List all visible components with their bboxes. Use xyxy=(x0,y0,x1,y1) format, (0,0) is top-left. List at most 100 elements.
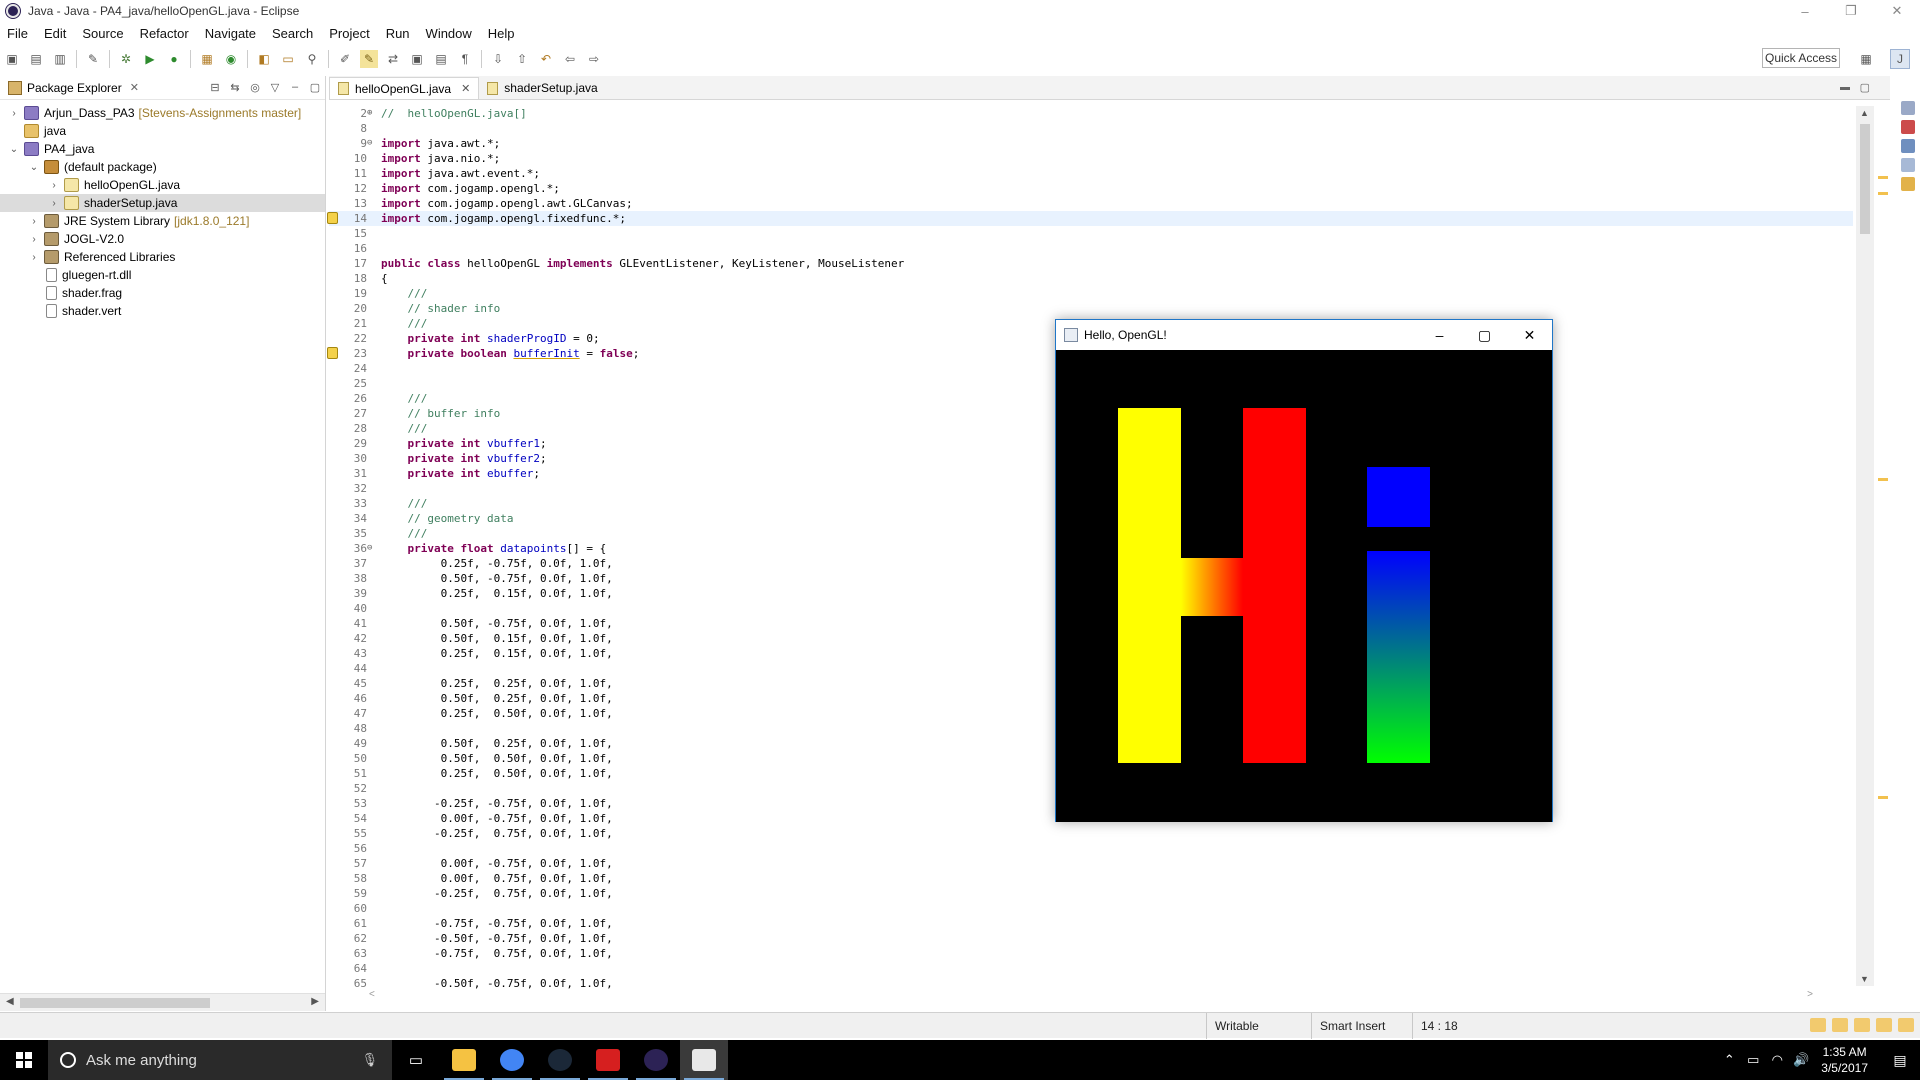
taskbar-app-java[interactable] xyxy=(680,1040,728,1080)
collapse-all-icon[interactable]: ⊟ xyxy=(205,81,225,94)
code-line[interactable]: 11 import java.awt.event.*; xyxy=(329,166,1853,181)
action-center-icon[interactable]: ▤ xyxy=(1880,1040,1920,1080)
java-perspective-icon[interactable]: J xyxy=(1890,49,1910,69)
scroll-right-icon[interactable]: ▶ xyxy=(311,996,319,1007)
settings-icon[interactable] xyxy=(1898,1018,1914,1032)
tree-item[interactable]: › JOGL-V2.0 xyxy=(0,230,325,248)
menu-source[interactable]: Source xyxy=(74,26,131,41)
opengl-window-titlebar[interactable]: Hello, OpenGL! – ▢ ✕ xyxy=(1056,320,1552,350)
forward-icon[interactable]: ⇨ xyxy=(585,50,603,68)
fold-toggle-icon[interactable]: ⊖ xyxy=(367,136,375,151)
fold-toggle-icon[interactable]: ⊕ xyxy=(367,106,375,121)
block-selection-icon[interactable]: ▣ xyxy=(408,50,426,68)
toggle-mark-occurrences-icon[interactable]: ✎ xyxy=(360,50,378,68)
open-type-icon[interactable]: ◧ xyxy=(255,50,273,68)
menu-refactor[interactable]: Refactor xyxy=(132,26,197,41)
progress-icon[interactable] xyxy=(1810,1018,1826,1032)
code-line[interactable]: 57 0.00f, -0.75f, 0.0f, 1.0f, xyxy=(329,856,1853,871)
chevron-down-icon[interactable]: ⌄ xyxy=(8,143,20,155)
editor-tab[interactable]: helloOpenGL.java ✕ xyxy=(329,77,480,99)
taskbar-app-steam[interactable] xyxy=(536,1040,584,1080)
toggle-annotation-icon[interactable]: ✐ xyxy=(336,50,354,68)
save-icon[interactable]: ▤ xyxy=(27,50,45,68)
menu-file[interactable]: File xyxy=(0,26,36,41)
open-folder-icon[interactable]: ▭ xyxy=(279,50,297,68)
start-button[interactable] xyxy=(0,1040,48,1080)
declaration-icon[interactable] xyxy=(1901,158,1915,172)
chevron-right-icon[interactable]: › xyxy=(28,215,40,227)
back-icon[interactable]: ⇦ xyxy=(561,50,579,68)
debug-icon[interactable]: ✲ xyxy=(117,50,135,68)
chevron-right-icon[interactable]: › xyxy=(28,233,40,245)
close-icon[interactable]: ✕ xyxy=(130,81,139,94)
tree-item[interactable]: ⌄ (default package) xyxy=(0,158,325,176)
edit-icon[interactable] xyxy=(1876,1018,1892,1032)
warning-marker-icon[interactable] xyxy=(327,212,338,224)
code-line[interactable]: 56 xyxy=(329,841,1853,856)
close-icon[interactable]: ✕ xyxy=(461,82,470,95)
code-line[interactable]: 55 -0.25f, 0.75f, 0.0f, 1.0f, xyxy=(329,826,1853,841)
restore-icon[interactable] xyxy=(1901,101,1915,115)
ruler-marker[interactable] xyxy=(1878,176,1888,179)
package-explorer-tab[interactable]: Package Explorer ✕ xyxy=(0,76,145,100)
volume-icon[interactable]: 🔊 xyxy=(1789,1052,1813,1068)
problems-icon[interactable] xyxy=(1901,120,1915,134)
git-icon[interactable] xyxy=(1854,1018,1870,1032)
previous-annotation-icon[interactable]: ⇧ xyxy=(513,50,531,68)
menu-search[interactable]: Search xyxy=(264,26,321,41)
ruler-marker[interactable] xyxy=(1878,796,1888,799)
code-line[interactable]: 2 ⊕ // helloOpenGL.java[] xyxy=(329,106,1853,121)
code-line[interactable]: 59 -0.25f, 0.75f, 0.0f, 1.0f, xyxy=(329,886,1853,901)
link-with-editor-icon[interactable]: ⇆ xyxy=(225,81,245,94)
wifi-icon[interactable]: ◠ xyxy=(1765,1052,1789,1068)
chevron-right-icon[interactable]: › xyxy=(8,107,20,119)
tree-item[interactable]: shader.frag xyxy=(0,284,325,302)
microphone-icon[interactable]: 🎙 xyxy=(361,1052,378,1068)
tree-item[interactable]: › Arjun_Dass_PA3 [Stevens-Assignments mast… xyxy=(0,104,325,122)
maximize-icon[interactable]: ▢ xyxy=(1462,320,1507,350)
cortana-search-box[interactable]: Ask me anything 🎙 xyxy=(48,1040,392,1080)
code-line[interactable]: 10 import java.nio.*; xyxy=(329,151,1853,166)
menu-help[interactable]: Help xyxy=(480,26,523,41)
ruler-marker[interactable] xyxy=(1878,192,1888,195)
taskbar-app-acrobat[interactable] xyxy=(584,1040,632,1080)
run-icon[interactable]: ▶ xyxy=(141,50,159,68)
chevron-down-icon[interactable]: ⌄ xyxy=(28,161,40,173)
code-line[interactable]: 17 public class helloOpenGL implements GL… xyxy=(329,256,1853,271)
restore-icon[interactable]: ❐ xyxy=(1828,0,1874,22)
tree-item[interactable]: ⌄ PA4_java xyxy=(0,140,325,158)
maximize-icon[interactable]: ▢ xyxy=(1860,81,1870,94)
word-wrap-icon[interactable]: ▤ xyxy=(432,50,450,68)
overview-ruler[interactable] xyxy=(1876,106,1890,986)
tasks-icon[interactable] xyxy=(1832,1018,1848,1032)
code-line[interactable]: 20 // shader info xyxy=(329,301,1853,316)
editor-tab[interactable]: shaderSetup.java xyxy=(479,77,606,99)
new-icon[interactable]: ▣ xyxy=(3,50,21,68)
minimize-icon[interactable]: – xyxy=(1417,320,1462,350)
horizontal-scrollbar[interactable]: < > xyxy=(369,989,1813,1003)
code-line[interactable]: 18 { xyxy=(329,271,1853,286)
tree-item[interactable]: gluegen-rt.dll xyxy=(0,266,325,284)
code-line[interactable]: 9 ⊖ import java.awt.*; xyxy=(329,136,1853,151)
code-line[interactable]: 19 /// xyxy=(329,286,1853,301)
ruler-marker[interactable] xyxy=(1878,478,1888,481)
code-line[interactable]: 58 0.00f, 0.75f, 0.0f, 1.0f, xyxy=(329,871,1853,886)
clock[interactable]: 1:35 AM 3/5/2017 xyxy=(1821,1044,1868,1076)
chevron-right-icon[interactable]: › xyxy=(48,179,60,191)
taskbar-app-chrome[interactable] xyxy=(488,1040,536,1080)
menu-run[interactable]: Run xyxy=(378,26,418,41)
quick-access-field[interactable]: Quick Access xyxy=(1762,48,1840,68)
javadoc-icon[interactable] xyxy=(1901,139,1915,153)
scroll-down-icon[interactable]: ▼ xyxy=(1860,974,1869,984)
save-all-icon[interactable]: ▥ xyxy=(51,50,69,68)
chevron-up-icon[interactable]: ⌃ xyxy=(1717,1052,1741,1068)
skip-breakpoints-icon[interactable]: ✎ xyxy=(84,50,102,68)
tree-item[interactable]: java xyxy=(0,122,325,140)
task-view-button[interactable]: ▭ xyxy=(392,1040,440,1080)
scroll-up-icon[interactable]: ▲ xyxy=(1860,108,1869,118)
open-perspective-icon[interactable]: ▦ xyxy=(1856,49,1876,69)
code-line[interactable]: 64 xyxy=(329,961,1853,976)
minimize-icon[interactable]: ▬ xyxy=(1840,82,1850,93)
tree-item[interactable]: › Referenced Libraries xyxy=(0,248,325,266)
view-menu-icon[interactable]: ▽ xyxy=(265,81,285,94)
